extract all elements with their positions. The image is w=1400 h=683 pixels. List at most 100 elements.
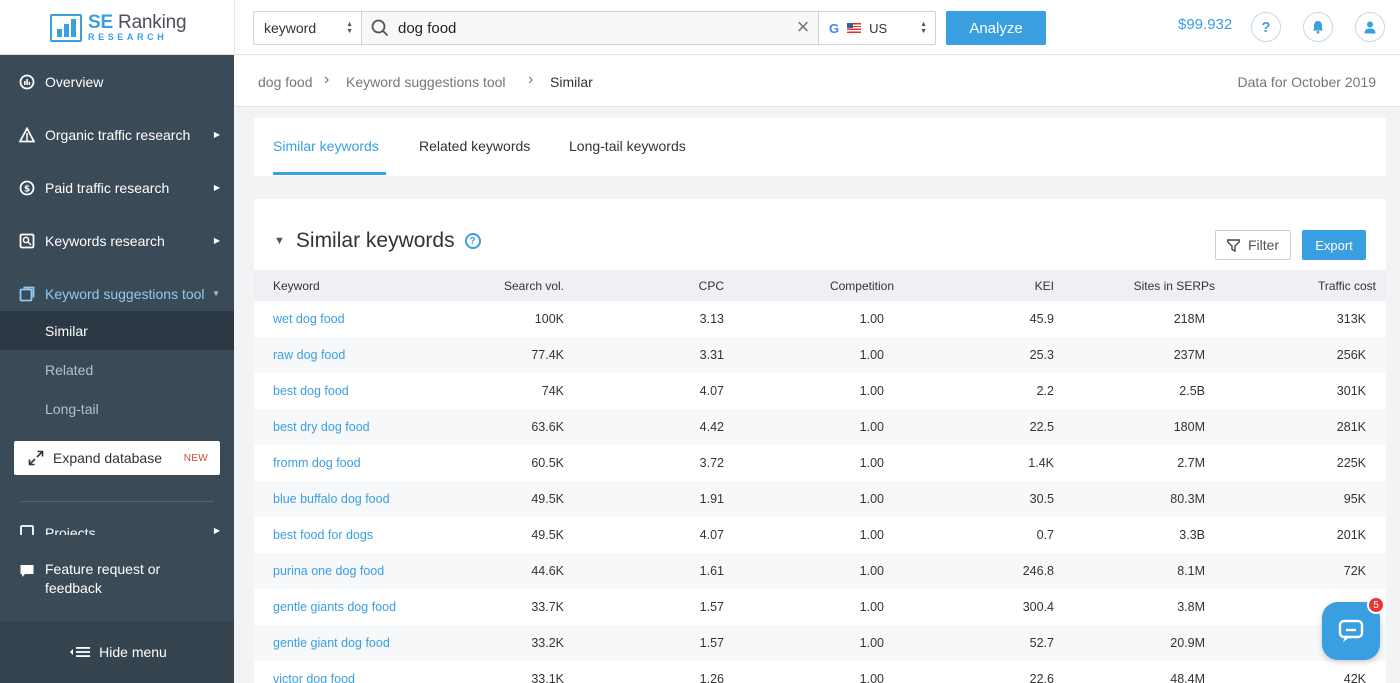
account-balance[interactable]: $99.932 (1178, 16, 1232, 33)
keyword-cell[interactable]: gentle giant dog food (273, 625, 390, 661)
active-tab-indicator (273, 172, 386, 175)
column-header-cpc[interactable]: CPC (654, 270, 724, 301)
tab-long-tail-keywords[interactable]: Long-tail keywords (569, 138, 686, 154)
sidebar-item-paid[interactable]: $ Paid traffic research ▶ (0, 161, 234, 214)
keyword-cell[interactable]: victor dog food (273, 661, 355, 683)
expand-arrows-icon (28, 450, 44, 466)
hide-menu-button[interactable]: Hide menu (0, 621, 234, 683)
breadcrumb-item[interactable]: dog food (258, 74, 313, 90)
chevron-right-icon: ▶ (213, 526, 220, 535)
sites-in-serps-cell: 2.7M (1177, 456, 1205, 470)
dollar-icon: $ (18, 179, 36, 197)
breadcrumb-item[interactable]: Keyword suggestions tool (346, 74, 506, 90)
column-header-kei[interactable]: KEI (974, 270, 1054, 301)
sidebar-subitem-similar[interactable]: Similar (0, 311, 234, 350)
chevron-right-icon: › (528, 71, 534, 88)
updown-chevron-icon: ▲ ▼ (920, 21, 927, 35)
table-row: gentle giants dog food 33.7K 1.57 1.00 300.4… (254, 589, 1386, 625)
tab-related-keywords[interactable]: Related keywords (419, 138, 530, 154)
chat-unread-badge: 5 (1367, 596, 1385, 614)
table-header: Keyword Search vol. CPC Competition KEI … (254, 270, 1386, 301)
user-avatar-icon[interactable] (1355, 12, 1385, 42)
keyword-cell[interactable]: gentle giants dog food (273, 589, 396, 625)
competition-cell: 1.00 (859, 348, 884, 362)
keyword-cell[interactable]: best dry dog food (273, 409, 370, 445)
sidebar-subitem-related[interactable]: Related (0, 350, 234, 389)
cpc-cell: 1.57 (699, 600, 724, 614)
analyze-button[interactable]: Analyze (946, 11, 1046, 45)
expand-database-button[interactable]: Expand database NEW (14, 441, 220, 475)
sites-in-serps-cell: 180M (1173, 420, 1205, 434)
chevron-right-icon: ▶ (213, 236, 220, 245)
keyword-cell[interactable]: blue buffalo dog food (273, 481, 390, 517)
sidebar-item-overview[interactable]: Overview (0, 55, 234, 108)
sidebar-item-keywords[interactable]: Keywords research ▶ (0, 214, 234, 267)
keyword-cell[interactable]: wet dog food (273, 301, 345, 337)
search-type-select[interactable]: keyword ▲ ▼ (254, 12, 362, 44)
help-icon[interactable]: ? (1251, 12, 1281, 42)
new-badge: NEW (183, 452, 208, 464)
collapse-menu-icon (67, 646, 91, 658)
similar-keywords-panel: ▼ Similar keywords ? Filter Export Keywo… (254, 199, 1386, 683)
sidebar-item-projects[interactable]: Projects ▶ (0, 507, 234, 535)
sidebar-item-label: Organic traffic research (45, 126, 191, 143)
column-header-sites-in-serps[interactable]: Sites in SERPs (1114, 270, 1215, 301)
sidebar-item-organic[interactable]: Organic traffic research ▶ (0, 108, 234, 161)
export-button[interactable]: Export (1302, 230, 1366, 260)
kei-cell: 25.3 (1029, 348, 1054, 362)
search-query-value: dog food (398, 19, 457, 37)
keyword-cell[interactable]: best food for dogs (273, 517, 373, 553)
kei-cell: 30.5 (1029, 492, 1054, 506)
competition-cell: 1.00 (859, 312, 884, 326)
sidebar-item-label: Projects (45, 525, 96, 535)
kei-cell: 300.4 (1022, 600, 1054, 614)
keyword-cell[interactable]: best dog food (273, 373, 349, 409)
google-icon: G (829, 20, 840, 36)
sites-in-serps-cell: 218M (1173, 312, 1205, 326)
competition-cell: 1.00 (859, 456, 884, 470)
column-header-competition[interactable]: Competition (804, 270, 894, 301)
cpc-cell: 4.07 (699, 528, 724, 542)
bell-icon[interactable] (1303, 12, 1333, 42)
sidebar-item-label: Keyword suggestions tool (45, 285, 205, 302)
cpc-cell: 3.13 (699, 312, 724, 326)
traffic-cost-cell: 301K (1336, 384, 1366, 398)
sidebar-item-feedback[interactable]: Feature request or feedback (0, 560, 234, 610)
filter-button[interactable]: Filter (1215, 230, 1291, 260)
keyword-cell[interactable]: fromm dog food (273, 445, 361, 481)
competition-cell: 1.00 (859, 492, 884, 506)
section-title[interactable]: ▼ Similar keywords ? (274, 229, 481, 253)
svg-text:$: $ (24, 184, 30, 194)
help-icon[interactable]: ? (464, 233, 481, 249)
traffic-cost-cell: 201K (1336, 528, 1366, 542)
column-header-search-volume[interactable]: Search vol. (494, 270, 564, 301)
cpc-cell: 1.26 (699, 672, 724, 683)
search-volume-cell: 74K (541, 384, 564, 398)
clear-search-icon[interactable]: × (792, 16, 814, 39)
logo-chart-icon (50, 13, 82, 42)
cpc-cell: 4.42 (699, 420, 724, 434)
feedback-label-line1: Feature request or (45, 561, 161, 577)
region-select[interactable]: G US ▲ ▼ (818, 12, 935, 44)
keyword-cell[interactable]: raw dog food (273, 337, 345, 373)
section-title-text: Similar keywords (295, 229, 455, 252)
kei-cell: 246.8 (1022, 564, 1054, 578)
column-header-keyword[interactable]: Keyword (273, 270, 320, 301)
kei-cell: 52.7 (1029, 636, 1054, 650)
search-type-value: keyword (264, 20, 317, 36)
chevron-right-icon: ▶ (213, 130, 220, 139)
feedback-label-line2: feedback (45, 580, 102, 596)
traffic-cost-cell: 225K (1336, 456, 1366, 470)
tab-similar-keywords[interactable]: Similar keywords (273, 138, 379, 154)
traffic-cost-cell: 281K (1336, 420, 1366, 434)
sites-in-serps-cell: 3.8M (1177, 600, 1205, 614)
sidebar-subitem-longtail[interactable]: Long-tail (0, 389, 234, 428)
se-ranking-logo[interactable]: SE Ranking RESEARCH (50, 13, 187, 42)
help-glyph: ? (469, 235, 476, 247)
search-input[interactable]: dog food × (362, 12, 818, 44)
search-volume-cell: 49.5K (531, 528, 564, 542)
column-header-traffic-cost[interactable]: Traffic cost (1274, 270, 1376, 301)
search-volume-cell: 77.4K (531, 348, 564, 362)
keyword-cell[interactable]: purina one dog food (273, 553, 384, 589)
competition-cell: 1.00 (859, 564, 884, 578)
